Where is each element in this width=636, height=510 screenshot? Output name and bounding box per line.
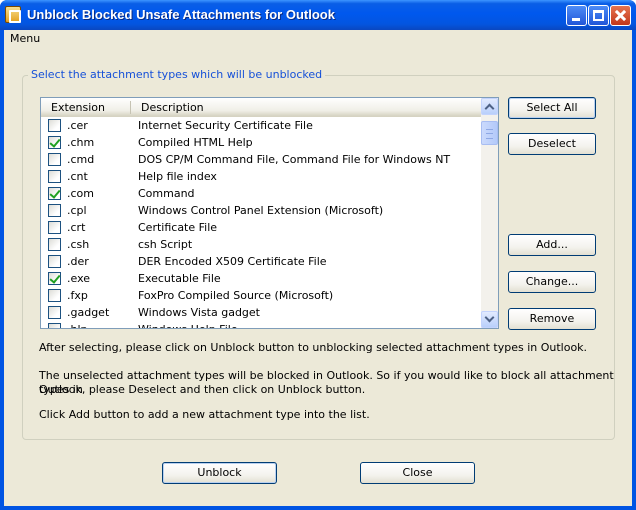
row-checkbox[interactable] <box>48 306 61 319</box>
row-checkbox[interactable] <box>48 221 61 234</box>
close-button[interactable]: Close <box>360 462 475 484</box>
scroll-down-button[interactable] <box>481 311 498 328</box>
column-divider[interactable] <box>130 101 131 114</box>
row-description: Help file index <box>138 170 217 183</box>
deselect-button[interactable]: Deselect <box>508 133 596 155</box>
chevron-down-icon <box>484 312 495 323</box>
row-checkbox[interactable] <box>48 119 61 132</box>
minimize-button[interactable] <box>566 5 587 26</box>
row-extension: .crt <box>67 221 86 234</box>
row-checkbox[interactable] <box>48 289 61 302</box>
row-description: FoxPro Compiled Source (Microsoft) <box>138 289 334 302</box>
maximize-icon <box>593 10 604 21</box>
row-extension: .cer <box>67 119 88 132</box>
title-bar[interactable]: Unblock Blocked Unsafe Attachments for O… <box>0 0 636 30</box>
row-checkbox[interactable] <box>48 187 61 200</box>
list-item[interactable]: .cer Internet Security Certificate File <box>41 117 481 134</box>
list-item[interactable]: .cnt Help file index <box>41 168 481 185</box>
row-checkbox[interactable] <box>48 255 61 268</box>
list-item[interactable]: .cmd DOS CP/M Command File, Command File … <box>41 151 481 168</box>
list-rows: .cer Internet Security Certificate File .c… <box>41 117 481 328</box>
row-description: Internet Security Certificate File <box>138 119 313 132</box>
row-extension: .chm <box>67 136 95 149</box>
info-text-add: Click Add button to add a new attachment… <box>39 408 370 421</box>
row-description: Compiled HTML Help <box>138 136 253 149</box>
minimize-icon <box>572 18 580 21</box>
row-checkbox[interactable] <box>48 204 61 217</box>
remove-button[interactable]: Remove <box>508 308 596 330</box>
app-window: Unblock Blocked Unsafe Attachments for O… <box>0 0 636 510</box>
dialog-client: Menu Select the attachment types which w… <box>4 30 632 506</box>
row-checkbox[interactable] <box>48 136 61 149</box>
list-item[interactable]: .fxp FoxPro Compiled Source (Microsoft) <box>41 287 481 304</box>
row-checkbox[interactable] <box>48 238 61 251</box>
row-extension: .gadget <box>67 306 110 319</box>
maximize-button[interactable] <box>588 5 609 26</box>
list-item[interactable]: .hlp Windows Help File <box>41 321 481 328</box>
info-text-select: After selecting, please click on Unblock… <box>39 341 588 354</box>
scroll-thumb[interactable] <box>481 121 498 145</box>
window-title: Unblock Blocked Unsafe Attachments for O… <box>27 7 335 22</box>
info-text-blocked-2: Outlook, please Deselect and then click … <box>39 383 366 396</box>
row-extension: .der <box>67 255 89 268</box>
list-scrollbar[interactable] <box>481 98 498 328</box>
list-item[interactable]: .crt Certificate File <box>41 219 481 236</box>
row-extension: .cpl <box>67 204 87 217</box>
list-item[interactable]: .cpl Windows Control Panel Extension (Mic… <box>41 202 481 219</box>
app-icon[interactable] <box>5 6 21 23</box>
list-item[interactable]: .der DER Encoded X509 Certificate File <box>41 253 481 270</box>
row-extension: .exe <box>67 272 91 285</box>
list-item[interactable]: .gadget Windows Vista gadget <box>41 304 481 321</box>
row-description: Windows Control Panel Extension (Microso… <box>138 204 384 217</box>
row-extension: .fxp <box>67 289 88 302</box>
menu-item-menu[interactable]: Menu <box>8 32 42 45</box>
row-checkbox[interactable] <box>48 272 61 285</box>
chevron-up-icon <box>484 103 495 114</box>
row-description: DOS CP/M Command File, Command File for … <box>138 153 451 166</box>
row-description: Windows Vista gadget <box>138 306 260 319</box>
row-description: DER Encoded X509 Certificate File <box>138 255 327 268</box>
row-extension: .csh <box>67 238 90 251</box>
row-description: Executable File <box>138 272 221 285</box>
row-description: Certificate File <box>138 221 218 234</box>
list-header: Extension Description <box>41 98 481 117</box>
unblock-button[interactable]: Unblock <box>162 462 277 484</box>
column-header-description[interactable]: Description <box>141 101 204 114</box>
row-description: Command <box>138 187 195 200</box>
list-item[interactable]: .chm Compiled HTML Help <box>41 134 481 151</box>
column-header-extension[interactable]: Extension <box>51 101 105 114</box>
scroll-up-button[interactable] <box>481 98 498 115</box>
close-window-button[interactable] <box>610 5 631 26</box>
menu-bar: Menu <box>4 30 632 48</box>
groupbox-title: Select the attachment types which will b… <box>28 68 326 81</box>
list-item[interactable]: .csh csh Script <box>41 236 481 253</box>
list-item[interactable]: .com Command <box>41 185 481 202</box>
row-checkbox[interactable] <box>48 323 61 328</box>
select-all-button[interactable]: Select All <box>508 97 596 119</box>
row-extension: .cmd <box>67 153 95 166</box>
add-button[interactable]: Add... <box>508 234 596 256</box>
row-extension: .com <box>67 187 94 200</box>
row-extension: .cnt <box>67 170 88 183</box>
close-icon <box>611 6 630 25</box>
row-extension: .hlp <box>67 323 88 328</box>
row-checkbox[interactable] <box>48 170 61 183</box>
list-item[interactable]: .exe Executable File <box>41 270 481 287</box>
attachment-list[interactable]: Extension Description .cer Internet Secur… <box>40 97 499 329</box>
row-description: csh Script <box>138 238 193 251</box>
row-description: Windows Help File <box>138 323 238 328</box>
row-checkbox[interactable] <box>48 153 61 166</box>
change-button[interactable]: Change... <box>508 271 596 293</box>
